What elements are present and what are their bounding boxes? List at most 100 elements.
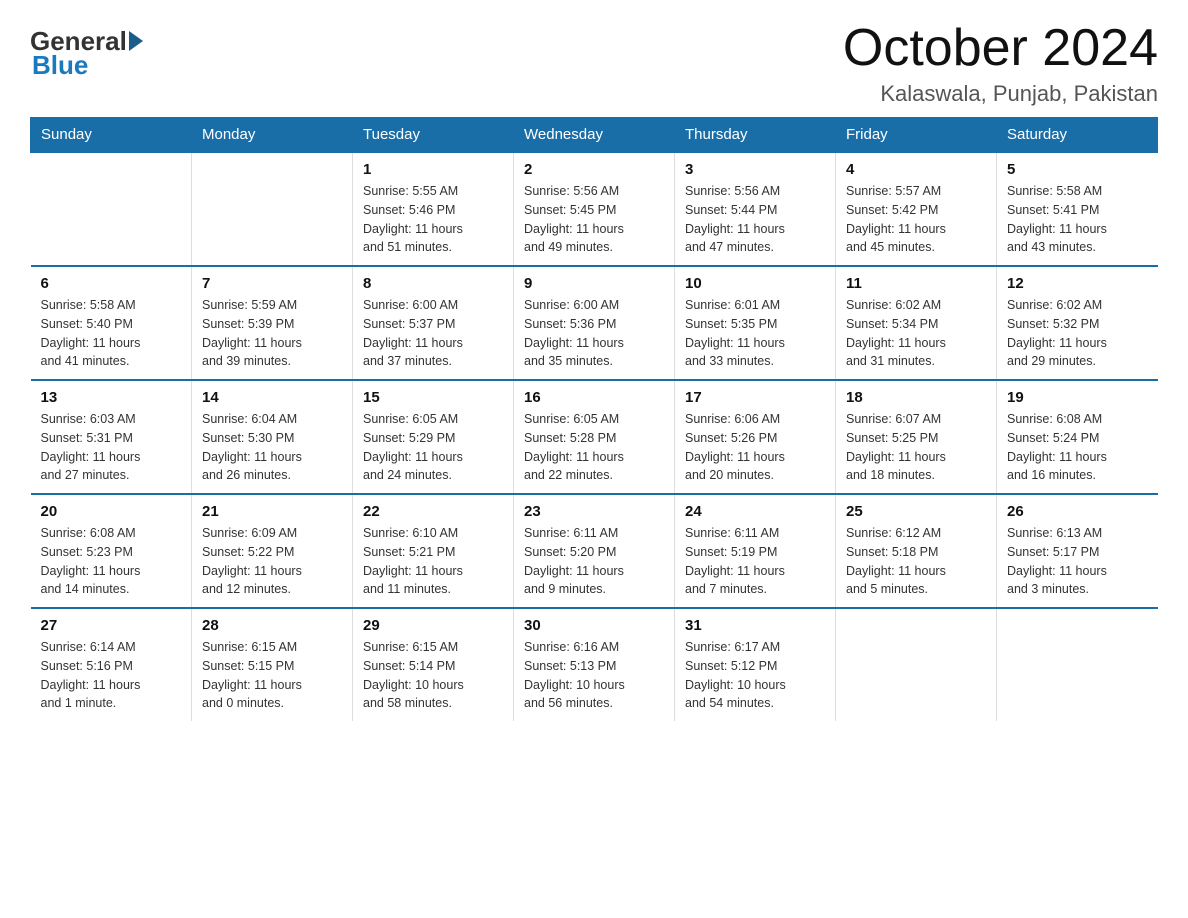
calendar-cell: 25Sunrise: 6:12 AMSunset: 5:18 PMDayligh… bbox=[836, 494, 997, 608]
month-title: October 2024 bbox=[843, 20, 1158, 77]
calendar-cell: 8 Sunrise: 6:00 AMSunset: 5:37 PMDaylight… bbox=[353, 266, 514, 380]
day-info: Sunrise: 6:02 AMSunset: 5:32 PMDaylight:… bbox=[1007, 296, 1148, 371]
day-number: 17 bbox=[685, 389, 825, 406]
calendar-cell: 1Sunrise: 5:55 AMSunset: 5:46 PMDaylight… bbox=[353, 152, 514, 266]
col-friday: Friday bbox=[836, 118, 997, 153]
calendar-cell: 5 Sunrise: 5:58 AMSunset: 5:41 PMDaylight… bbox=[997, 152, 1158, 266]
day-info: Sunrise: 5:58 AMSunset: 5:40 PMDaylight:… bbox=[41, 296, 182, 371]
day-info: Sunrise: 6:11 AMSunset: 5:20 PMDaylight:… bbox=[524, 524, 664, 599]
calendar-cell: 11 Sunrise: 6:02 AMSunset: 5:34 PMDayligh… bbox=[836, 266, 997, 380]
calendar-cell: 27Sunrise: 6:14 AMSunset: 5:16 PMDayligh… bbox=[31, 608, 192, 721]
day-info: Sunrise: 6:09 AMSunset: 5:22 PMDaylight:… bbox=[202, 524, 342, 599]
day-info: Sunrise: 6:10 AMSunset: 5:21 PMDaylight:… bbox=[363, 524, 503, 599]
header-row: Sunday Monday Tuesday Wednesday Thursday… bbox=[31, 118, 1158, 153]
calendar-cell: 26Sunrise: 6:13 AMSunset: 5:17 PMDayligh… bbox=[997, 494, 1158, 608]
day-info: Sunrise: 6:13 AMSunset: 5:17 PMDaylight:… bbox=[1007, 524, 1148, 599]
day-info: Sunrise: 6:08 AMSunset: 5:24 PMDaylight:… bbox=[1007, 410, 1148, 485]
calendar-cell bbox=[31, 152, 192, 266]
day-number: 7 bbox=[202, 275, 342, 292]
day-number: 18 bbox=[846, 389, 986, 406]
calendar-cell: 10Sunrise: 6:01 AMSunset: 5:35 PMDayligh… bbox=[675, 266, 836, 380]
day-info: Sunrise: 5:57 AMSunset: 5:42 PMDaylight:… bbox=[846, 182, 986, 257]
day-number: 16 bbox=[524, 389, 664, 406]
day-info: Sunrise: 6:08 AMSunset: 5:23 PMDaylight:… bbox=[41, 524, 182, 599]
day-number: 23 bbox=[524, 503, 664, 520]
day-number: 5 bbox=[1007, 161, 1148, 178]
day-info: Sunrise: 5:56 AMSunset: 5:44 PMDaylight:… bbox=[685, 182, 825, 257]
day-info: Sunrise: 6:16 AMSunset: 5:13 PMDaylight:… bbox=[524, 638, 664, 713]
calendar-cell: 15 Sunrise: 6:05 AMSunset: 5:29 PMDayligh… bbox=[353, 380, 514, 494]
calendar-cell bbox=[836, 608, 997, 721]
calendar-cell: 30Sunrise: 6:16 AMSunset: 5:13 PMDayligh… bbox=[514, 608, 675, 721]
day-number: 24 bbox=[685, 503, 825, 520]
col-wednesday: Wednesday bbox=[514, 118, 675, 153]
day-number: 9 bbox=[524, 275, 664, 292]
col-thursday: Thursday bbox=[675, 118, 836, 153]
calendar-cell: 31 Sunrise: 6:17 AMSunset: 5:12 PMDayligh… bbox=[675, 608, 836, 721]
day-info: Sunrise: 6:05 AMSunset: 5:28 PMDaylight:… bbox=[524, 410, 664, 485]
col-tuesday: Tuesday bbox=[353, 118, 514, 153]
day-number: 8 bbox=[363, 275, 503, 292]
day-info: Sunrise: 6:17 AMSunset: 5:12 PMDaylight:… bbox=[685, 638, 825, 713]
day-info: Sunrise: 6:11 AMSunset: 5:19 PMDaylight:… bbox=[685, 524, 825, 599]
calendar-cell: 3 Sunrise: 5:56 AMSunset: 5:44 PMDaylight… bbox=[675, 152, 836, 266]
col-sunday: Sunday bbox=[31, 118, 192, 153]
calendar-cell: 9 Sunrise: 6:00 AMSunset: 5:36 PMDaylight… bbox=[514, 266, 675, 380]
logo: General Blue bbox=[30, 20, 143, 81]
calendar-cell: 2 Sunrise: 5:56 AMSunset: 5:45 PMDaylight… bbox=[514, 152, 675, 266]
logo-blue: Blue bbox=[30, 50, 88, 81]
day-number: 6 bbox=[41, 275, 182, 292]
calendar-week-1: 6 Sunrise: 5:58 AMSunset: 5:40 PMDaylight… bbox=[31, 266, 1158, 380]
day-number: 3 bbox=[685, 161, 825, 178]
calendar-body: 1Sunrise: 5:55 AMSunset: 5:46 PMDaylight… bbox=[31, 152, 1158, 721]
day-number: 19 bbox=[1007, 389, 1148, 406]
day-info: Sunrise: 6:05 AMSunset: 5:29 PMDaylight:… bbox=[363, 410, 503, 485]
day-number: 12 bbox=[1007, 275, 1148, 292]
calendar-cell: 12 Sunrise: 6:02 AMSunset: 5:32 PMDayligh… bbox=[997, 266, 1158, 380]
day-number: 15 bbox=[363, 389, 503, 406]
calendar-header: Sunday Monday Tuesday Wednesday Thursday… bbox=[31, 118, 1158, 153]
day-info: Sunrise: 6:00 AMSunset: 5:36 PMDaylight:… bbox=[524, 296, 664, 371]
calendar-cell: 19 Sunrise: 6:08 AMSunset: 5:24 PMDayligh… bbox=[997, 380, 1158, 494]
title-block: October 2024 Kalaswala, Punjab, Pakistan bbox=[843, 20, 1158, 107]
calendar-cell: 4 Sunrise: 5:57 AMSunset: 5:42 PMDaylight… bbox=[836, 152, 997, 266]
day-number: 28 bbox=[202, 617, 342, 634]
calendar-cell: 17 Sunrise: 6:06 AMSunset: 5:26 PMDayligh… bbox=[675, 380, 836, 494]
calendar-cell: 7Sunrise: 5:59 AMSunset: 5:39 PMDaylight… bbox=[192, 266, 353, 380]
calendar-table: Sunday Monday Tuesday Wednesday Thursday… bbox=[30, 117, 1158, 721]
calendar-cell bbox=[997, 608, 1158, 721]
location-subtitle: Kalaswala, Punjab, Pakistan bbox=[843, 81, 1158, 107]
calendar-cell: 18 Sunrise: 6:07 AMSunset: 5:25 PMDayligh… bbox=[836, 380, 997, 494]
day-info: Sunrise: 6:02 AMSunset: 5:34 PMDaylight:… bbox=[846, 296, 986, 371]
calendar-cell: 13Sunrise: 6:03 AMSunset: 5:31 PMDayligh… bbox=[31, 380, 192, 494]
day-number: 31 bbox=[685, 617, 825, 634]
calendar-cell: 24 Sunrise: 6:11 AMSunset: 5:19 PMDayligh… bbox=[675, 494, 836, 608]
calendar-week-4: 27Sunrise: 6:14 AMSunset: 5:16 PMDayligh… bbox=[31, 608, 1158, 721]
day-number: 4 bbox=[846, 161, 986, 178]
calendar-cell: 21 Sunrise: 6:09 AMSunset: 5:22 PMDayligh… bbox=[192, 494, 353, 608]
day-info: Sunrise: 6:06 AMSunset: 5:26 PMDaylight:… bbox=[685, 410, 825, 485]
day-info: Sunrise: 5:58 AMSunset: 5:41 PMDaylight:… bbox=[1007, 182, 1148, 257]
day-number: 21 bbox=[202, 503, 342, 520]
day-info: Sunrise: 6:15 AMSunset: 5:15 PMDaylight:… bbox=[202, 638, 342, 713]
col-saturday: Saturday bbox=[997, 118, 1158, 153]
day-number: 13 bbox=[41, 389, 182, 406]
day-number: 14 bbox=[202, 389, 342, 406]
day-info: Sunrise: 6:07 AMSunset: 5:25 PMDaylight:… bbox=[846, 410, 986, 485]
page-header: General Blue October 2024 Kalaswala, Pun… bbox=[30, 20, 1158, 107]
calendar-cell: 23 Sunrise: 6:11 AMSunset: 5:20 PMDayligh… bbox=[514, 494, 675, 608]
day-number: 2 bbox=[524, 161, 664, 178]
day-info: Sunrise: 6:00 AMSunset: 5:37 PMDaylight:… bbox=[363, 296, 503, 371]
day-info: Sunrise: 5:56 AMSunset: 5:45 PMDaylight:… bbox=[524, 182, 664, 257]
calendar-cell: 28 Sunrise: 6:15 AMSunset: 5:15 PMDayligh… bbox=[192, 608, 353, 721]
day-number: 29 bbox=[363, 617, 503, 634]
day-info: Sunrise: 6:04 AMSunset: 5:30 PMDaylight:… bbox=[202, 410, 342, 485]
calendar-week-3: 20 Sunrise: 6:08 AMSunset: 5:23 PMDayligh… bbox=[31, 494, 1158, 608]
day-number: 25 bbox=[846, 503, 986, 520]
day-number: 20 bbox=[41, 503, 182, 520]
calendar-cell: 29Sunrise: 6:15 AMSunset: 5:14 PMDayligh… bbox=[353, 608, 514, 721]
calendar-cell: 16 Sunrise: 6:05 AMSunset: 5:28 PMDayligh… bbox=[514, 380, 675, 494]
calendar-week-0: 1Sunrise: 5:55 AMSunset: 5:46 PMDaylight… bbox=[31, 152, 1158, 266]
day-number: 11 bbox=[846, 275, 986, 292]
calendar-cell: 20 Sunrise: 6:08 AMSunset: 5:23 PMDayligh… bbox=[31, 494, 192, 608]
